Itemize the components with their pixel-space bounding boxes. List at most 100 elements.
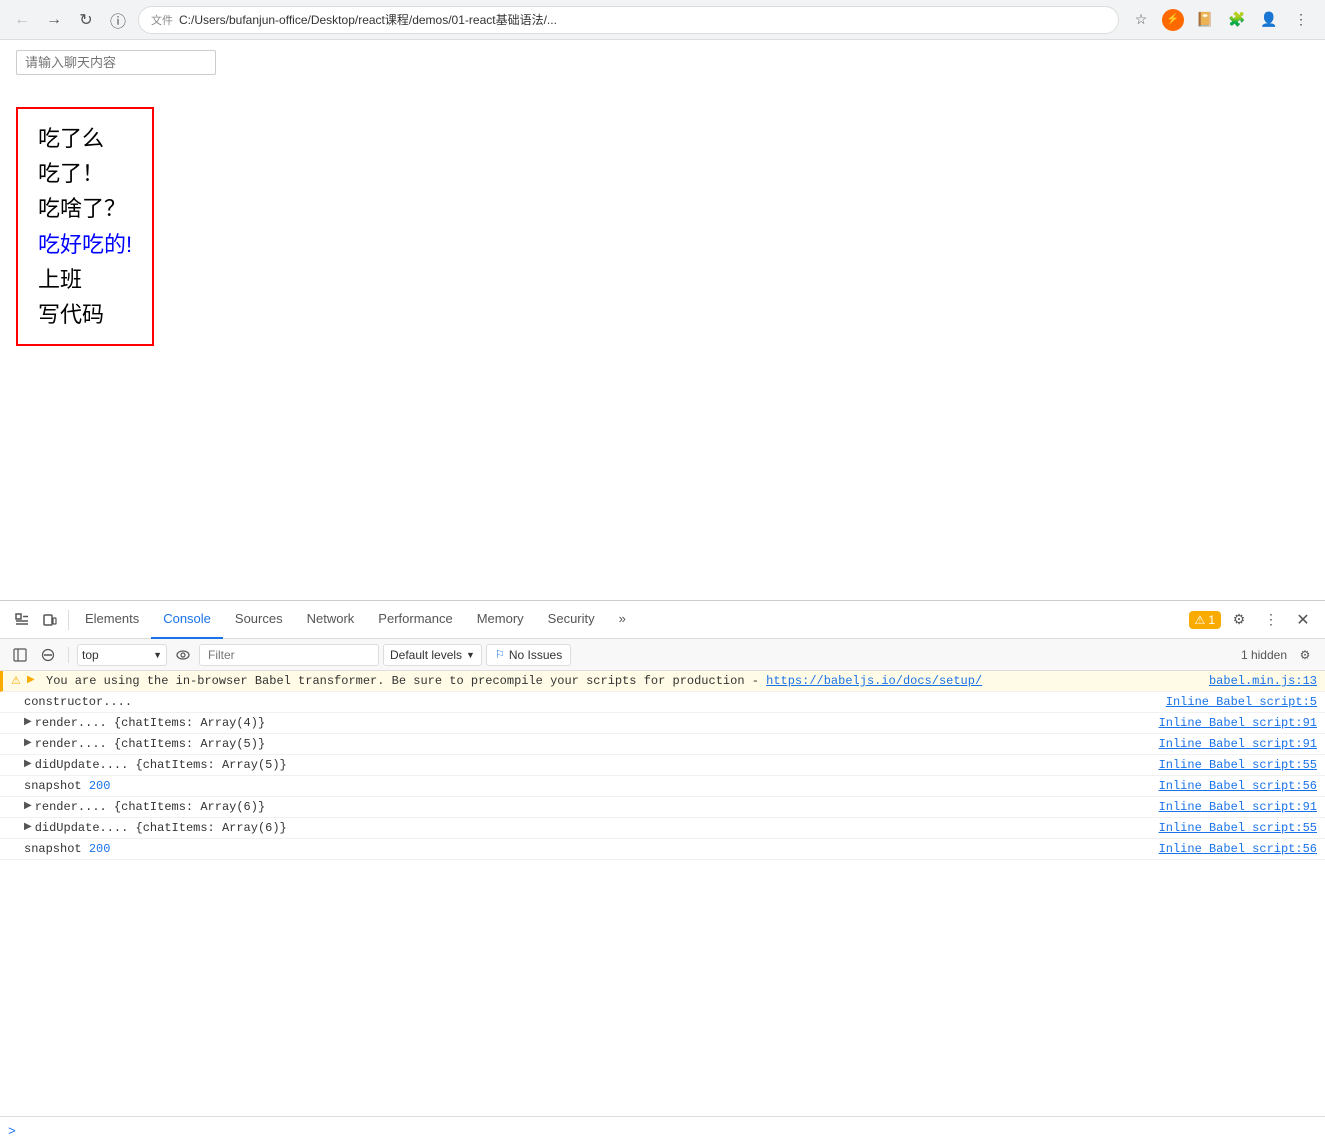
snapshot1-content: snapshot 200 — [24, 779, 1151, 793]
render6-source[interactable]: Inline Babel script:91 — [1159, 800, 1317, 814]
render4-source[interactable]: Inline Babel script:91 — [1159, 716, 1317, 730]
default-levels-label: Default levels — [390, 648, 462, 662]
devtools-settings-button[interactable]: ⚙ — [1225, 606, 1253, 634]
extensions-button[interactable]: 🧩 — [1223, 6, 1251, 34]
expand-didupdate6-arrow[interactable]: ▶ — [24, 821, 32, 833]
didupdate6-source[interactable]: Inline Babel script:55 — [1159, 821, 1317, 835]
element-picker-button[interactable] — [8, 606, 36, 634]
console-input[interactable] — [20, 1125, 1317, 1139]
device-toggle-button[interactable] — [36, 606, 64, 634]
snapshot2-source[interactable]: Inline Babel script:56 — [1159, 842, 1317, 856]
console-sidebar-toggle[interactable] — [8, 643, 32, 667]
no-issues-label: No Issues — [509, 648, 562, 662]
no-issues-button[interactable]: ⚐ No Issues — [486, 644, 571, 666]
constructor-source[interactable]: Inline Babel script:5 — [1166, 695, 1317, 709]
devtools-panel: Elements Console Sources Network Perform… — [0, 600, 1325, 1145]
render6-content: render.... {chatItems: Array(6)} — [35, 800, 1151, 814]
didupdate5-content: didUpdate.... {chatItems: Array(5)} — [35, 758, 1151, 772]
warning-badge: ⚠ 1 — [1189, 611, 1221, 629]
console-row-warning: ⚠ ▶ You are using the in-browser Babel t… — [0, 671, 1325, 692]
tab-memory[interactable]: Memory — [465, 601, 536, 639]
warning-text: You are using the in-browser Babel trans… — [46, 674, 766, 688]
console-row-render-4: ▶ render.... {chatItems: Array(4)} Inlin… — [0, 713, 1325, 734]
tab-console[interactable]: Console — [151, 601, 223, 639]
devtools-more-toolbar: ⚠ 1 ⚙ ⋮ ✕ — [1189, 606, 1317, 634]
snapshot1-num: 200 — [89, 779, 111, 793]
console-sep-1 — [68, 647, 69, 663]
toolbar-icons: ☆ ⚡ 📔 🧩 👤 ⋮ — [1127, 6, 1315, 34]
filter-input[interactable] — [199, 644, 379, 666]
render6-object: {chatItems: Array(6)} — [114, 800, 265, 814]
tab-elements[interactable]: Elements — [73, 601, 151, 639]
chat-item-2: 吃了！ — [38, 156, 132, 191]
devtools-toolbar: Elements Console Sources Network Perform… — [0, 601, 1325, 639]
info-button[interactable]: ⓘ — [106, 8, 130, 32]
default-levels-select[interactable]: Default levels ▼ — [383, 644, 482, 666]
expand-render6-arrow[interactable]: ▶ — [24, 800, 32, 812]
context-value: top — [82, 648, 99, 662]
file-icon: 文件 — [151, 12, 173, 28]
warning-count: 1 — [1208, 613, 1215, 627]
flag-icon: ⚐ — [495, 648, 505, 661]
chat-item-4: 吃好吃的! — [38, 227, 132, 262]
expand-didupdate5-arrow[interactable]: ▶ — [24, 758, 32, 770]
console-input-row: > — [0, 1116, 1325, 1146]
profile-button[interactable]: 👤 — [1255, 6, 1283, 34]
devtools-close-button[interactable]: ✕ — [1289, 606, 1317, 634]
console-row-render-6: ▶ render.... {chatItems: Array(6)} Inlin… — [0, 797, 1325, 818]
console-row-constructor: constructor.... Inline Babel script:5 — [0, 692, 1325, 713]
tab-sources[interactable]: Sources — [223, 601, 295, 639]
forward-button[interactable]: → — [42, 8, 66, 32]
tab-security[interactable]: Security — [536, 601, 607, 639]
warning-icon: ⚠ — [11, 674, 27, 688]
warning-triangle-icon: ⚠ — [1195, 613, 1206, 627]
expand-render5-arrow[interactable]: ▶ — [24, 737, 32, 749]
didupdate5-source[interactable]: Inline Babel script:55 — [1159, 758, 1317, 772]
context-dropdown-arrow: ▼ — [153, 650, 162, 660]
console-output: ⚠ ▶ You are using the in-browser Babel t… — [0, 671, 1325, 1116]
page-content: 吃了么 吃了！ 吃啥了？ 吃好吃的! 上班 写代码 — [0, 40, 1325, 600]
console-row-didupdate-6: ▶ didUpdate.... {chatItems: Array(6)} In… — [0, 818, 1325, 839]
reading-list-button[interactable]: 📔 — [1191, 6, 1219, 34]
address-bar[interactable]: 文件 C:/Users/bufanjun-office/Desktop/reac… — [138, 6, 1119, 34]
reload-button[interactable]: ↻ — [74, 8, 98, 32]
console-row-render-5: ▶ render.... {chatItems: Array(5)} Inlin… — [0, 734, 1325, 755]
orange-icon: ⚡ — [1162, 9, 1184, 31]
warning-source[interactable]: babel.min.js:13 — [1209, 674, 1317, 688]
warning-content: You are using the in-browser Babel trans… — [46, 674, 1201, 688]
console-row-snapshot-2: snapshot 200 Inline Babel script:56 — [0, 839, 1325, 860]
console-clear-button[interactable] — [36, 643, 60, 667]
tab-performance[interactable]: Performance — [366, 601, 464, 639]
tab-network[interactable]: Network — [295, 601, 367, 639]
hidden-count-text: 1 hidden — [1241, 648, 1287, 662]
chat-box: 吃了么 吃了！ 吃啥了？ 吃好吃的! 上班 写代码 — [16, 107, 154, 346]
didupdate6-object: {chatItems: Array(6)} — [136, 821, 287, 835]
babel-setup-link[interactable]: https://babeljs.io/docs/setup/ — [766, 674, 982, 688]
extension-button[interactable]: ⚡ — [1159, 6, 1187, 34]
back-button[interactable]: ← — [10, 8, 34, 32]
render5-source[interactable]: Inline Babel script:91 — [1159, 737, 1317, 751]
snapshot2-content: snapshot 200 — [24, 842, 1151, 856]
toolbar-separator-1 — [68, 610, 69, 630]
console-settings-button[interactable]: ⚙ — [1293, 643, 1317, 667]
console-prompt: > — [8, 1124, 16, 1139]
bookmark-button[interactable]: ☆ — [1127, 6, 1155, 34]
context-select[interactable]: top ▼ — [77, 644, 167, 666]
didupdate5-object: {chatItems: Array(5)} — [136, 758, 287, 772]
snapshot2-num: 200 — [89, 842, 111, 856]
constructor-content: constructor.... — [24, 695, 1158, 709]
hidden-count: 1 hidden ⚙ — [1241, 643, 1317, 667]
console-row-snapshot-1: snapshot 200 Inline Babel script:56 — [0, 776, 1325, 797]
chat-item-1: 吃了么 — [38, 121, 132, 156]
expand-warning-arrow[interactable]: ▶ — [27, 674, 43, 686]
expand-render4-arrow[interactable]: ▶ — [24, 716, 32, 728]
preserve-log-button[interactable] — [171, 643, 195, 667]
snapshot1-source[interactable]: Inline Babel script:56 — [1159, 779, 1317, 793]
default-levels-arrow: ▼ — [466, 650, 475, 660]
menu-button[interactable]: ⋮ — [1287, 6, 1315, 34]
devtools-more-button[interactable]: ⋮ — [1257, 606, 1285, 634]
chat-input[interactable] — [16, 50, 216, 75]
tab-more[interactable]: » — [607, 601, 638, 639]
console-toolbar: top ▼ Default levels ▼ ⚐ No Issues 1 hid… — [0, 639, 1325, 671]
didupdate6-content: didUpdate.... {chatItems: Array(6)} — [35, 821, 1151, 835]
